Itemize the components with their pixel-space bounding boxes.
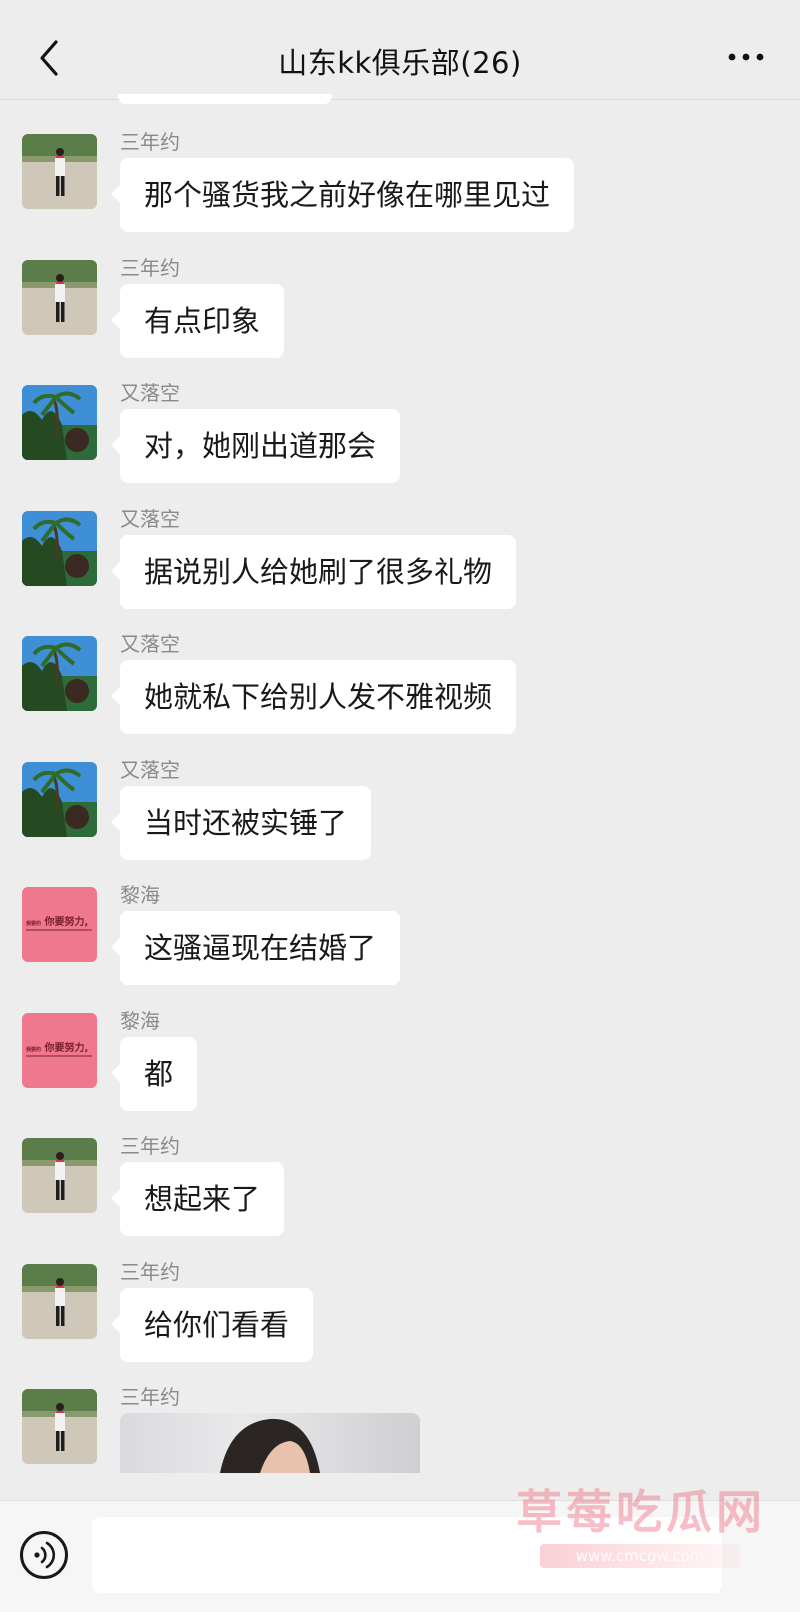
sender-name: 三年约 xyxy=(120,130,180,154)
chat-message: 又落空据说别人给她刷了很多礼物 xyxy=(0,499,800,619)
person-outdoor-avatar[interactable] xyxy=(22,1138,97,1213)
image-message[interactable] xyxy=(120,1413,420,1473)
palm-tree-avatar[interactable] xyxy=(22,510,97,586)
message-input[interactable] xyxy=(92,1517,722,1593)
message-bubble[interactable]: 有点印象 xyxy=(110,283,285,358)
message-bubble[interactable]: 对，她刚出道那会 xyxy=(110,409,401,483)
person-outdoor-avatar[interactable] xyxy=(22,1389,97,1464)
sender-name: 又落空 xyxy=(120,632,180,656)
message-bubble[interactable]: 给你们看看 xyxy=(110,1287,314,1362)
pink-text-avatar[interactable]: 我要的 你要努力, xyxy=(22,887,97,962)
sender-name: 又落空 xyxy=(120,757,180,782)
sender-name: 三年约 xyxy=(120,1259,180,1284)
sender-name: 三年约 xyxy=(120,255,180,280)
message-bubble[interactable]: 都 xyxy=(110,1036,198,1111)
palm-tree-avatar[interactable] xyxy=(22,761,97,837)
message-bubble[interactable]: 据说别人给她刷了很多礼物 xyxy=(110,534,517,609)
palm-tree-avatar[interactable] xyxy=(22,636,97,711)
sender-name: 三年约 xyxy=(120,1134,180,1158)
chat-message: 三年约给你们看看 xyxy=(0,1252,800,1372)
sender-name: 又落空 xyxy=(120,381,180,405)
message-bubble[interactable]: 她就私下给别人发不雅视频 xyxy=(110,660,517,734)
message-list[interactable]: 三年约 那个骚货我之前好像在哪里见过 三年约 有点印象 又落空 对，她刚出道那会 又落空 据说… xyxy=(0,100,800,1500)
chat-message: 又落空对，她刚出道那会 xyxy=(0,373,800,493)
sender-name: 三年约 xyxy=(120,1385,180,1409)
message-bubble[interactable]: 这骚逼现在结婚了 xyxy=(110,911,401,985)
person-outdoor-avatar[interactable] xyxy=(22,134,97,209)
chat-message: 三年约 xyxy=(0,1377,800,1497)
more-options-icon[interactable] xyxy=(726,44,766,70)
person-outdoor-avatar[interactable] xyxy=(22,1263,97,1339)
sender-name: 黎海 xyxy=(120,883,160,907)
person-outdoor-avatar[interactable] xyxy=(22,259,97,335)
chat-message: 三年约想起来了 xyxy=(0,1126,800,1246)
chat-message: 又落空当时还被实锤了 xyxy=(0,750,800,870)
message-bubble[interactable]: 想起来了 xyxy=(110,1162,285,1236)
message-bubble[interactable]: 当时还被实锤了 xyxy=(110,785,372,860)
voice-input-icon[interactable] xyxy=(20,1531,68,1579)
chat-message: 我要的 你要努力, 黎海都 xyxy=(0,1001,800,1121)
palm-tree-avatar[interactable] xyxy=(22,385,97,460)
chat-title: 山东kk俱乐部(26) xyxy=(278,46,522,80)
pink-text-avatar[interactable]: 我要的 你要努力, xyxy=(22,1012,97,1088)
chat-message: 三年约那个骚货我之前好像在哪里见过 xyxy=(0,122,800,242)
message-bubble[interactable]: 那个骚货我之前好像在哪里见过 xyxy=(110,158,575,232)
chat-message: 我要的 你要努力, 黎海这骚逼现在结婚了 xyxy=(0,875,800,995)
sender-name: 黎海 xyxy=(120,1008,160,1033)
chat-message: 三年约有点印象 xyxy=(0,248,800,368)
message-composer xyxy=(0,1500,800,1612)
chat-message: 又落空她就私下给别人发不雅视频 xyxy=(0,624,800,744)
chat-header: 山东kk俱乐部(26) xyxy=(0,0,800,100)
sender-name: 又落空 xyxy=(120,506,180,531)
